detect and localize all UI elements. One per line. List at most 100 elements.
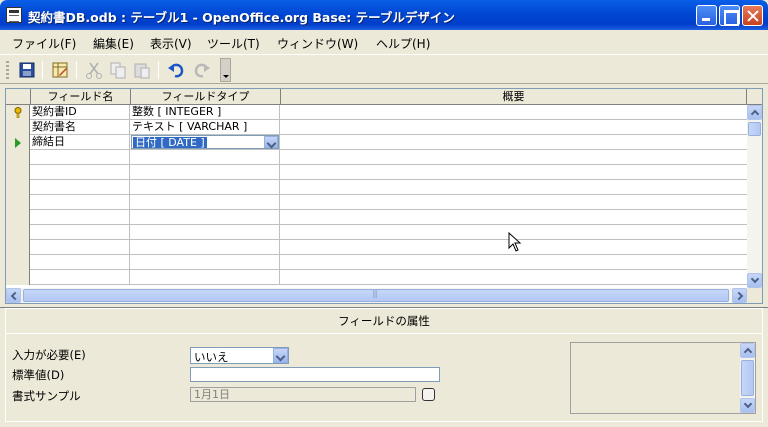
header-description[interactable]: 概要 bbox=[281, 89, 747, 104]
table-row[interactable] bbox=[6, 195, 747, 210]
field-name-cell[interactable] bbox=[31, 270, 130, 285]
description-cell[interactable] bbox=[281, 210, 747, 225]
table-row[interactable] bbox=[6, 150, 747, 165]
description-cell[interactable] bbox=[281, 150, 747, 165]
description-cell[interactable] bbox=[281, 105, 747, 120]
scroll-thumb[interactable] bbox=[741, 360, 754, 396]
menu-bar: ファイル(F) 編集(E) 表示(V) ツール(T) ウィンドウ(W) ヘルプ(… bbox=[0, 30, 768, 54]
field-name-cell[interactable] bbox=[31, 240, 130, 255]
scroll-thumb[interactable] bbox=[23, 289, 729, 302]
row-handle[interactable] bbox=[6, 210, 30, 225]
chevron-down-icon[interactable] bbox=[273, 348, 288, 363]
table-edit-icon[interactable] bbox=[50, 60, 70, 80]
table-row[interactable] bbox=[6, 210, 747, 225]
field-name-cell[interactable] bbox=[31, 180, 130, 195]
required-select[interactable]: いいえ bbox=[190, 347, 289, 364]
scroll-left-icon[interactable] bbox=[6, 288, 21, 303]
description-cell[interactable] bbox=[281, 135, 747, 150]
description-cell[interactable] bbox=[281, 165, 747, 180]
field-name-cell[interactable] bbox=[31, 195, 130, 210]
table-row[interactable]: 契約書名 テキスト [ VARCHAR ] bbox=[6, 120, 747, 135]
table-row[interactable] bbox=[6, 255, 747, 270]
header-field-name[interactable]: フィールド名 bbox=[31, 89, 131, 104]
toolbar-grip[interactable] bbox=[6, 61, 9, 79]
row-handle[interactable] bbox=[6, 105, 30, 120]
row-handle[interactable] bbox=[6, 135, 30, 150]
row-handle[interactable] bbox=[6, 225, 30, 240]
description-cell[interactable] bbox=[281, 120, 747, 135]
field-type-cell[interactable]: 日付 [ DATE ] bbox=[131, 135, 280, 150]
field-name-cell[interactable] bbox=[31, 150, 130, 165]
field-name-cell[interactable] bbox=[31, 165, 130, 180]
table-row[interactable] bbox=[6, 240, 747, 255]
field-type-cell[interactable] bbox=[131, 165, 280, 180]
table-row[interactable] bbox=[6, 225, 747, 240]
scroll-up-icon[interactable] bbox=[740, 343, 755, 358]
table-row[interactable]: 締結日 日付 [ DATE ] bbox=[6, 135, 747, 150]
app-icon[interactable] bbox=[6, 7, 22, 23]
row-handle[interactable] bbox=[6, 270, 30, 285]
menu-help[interactable]: ヘルプ(H) bbox=[376, 35, 430, 52]
menu-file[interactable]: ファイル(F) bbox=[12, 35, 76, 52]
row-handle[interactable] bbox=[6, 120, 30, 135]
field-name-cell[interactable]: 締結日 bbox=[31, 135, 130, 150]
cut-icon[interactable] bbox=[84, 60, 104, 80]
description-cell[interactable] bbox=[281, 270, 747, 285]
field-type-cell[interactable] bbox=[131, 210, 280, 225]
field-type-cell[interactable] bbox=[131, 225, 280, 240]
row-handle[interactable] bbox=[6, 255, 30, 270]
table-row[interactable] bbox=[6, 270, 747, 285]
row-handle[interactable] bbox=[6, 165, 30, 180]
scroll-right-icon[interactable] bbox=[732, 288, 747, 303]
field-type-cell[interactable]: 整数 [ INTEGER ] bbox=[131, 105, 280, 120]
copy-icon[interactable] bbox=[108, 60, 128, 80]
menu-tools[interactable]: ツール(T) bbox=[207, 35, 260, 52]
vertical-scrollbar[interactable] bbox=[747, 105, 762, 288]
paste-icon[interactable] bbox=[132, 60, 152, 80]
menu-window[interactable]: ウィンドウ(W) bbox=[277, 35, 358, 52]
header-field-type[interactable]: フィールドタイプ bbox=[131, 89, 281, 104]
maximize-button[interactable] bbox=[719, 5, 740, 26]
default-value-input[interactable] bbox=[190, 367, 440, 382]
field-type-cell[interactable]: テキスト [ VARCHAR ] bbox=[131, 120, 280, 135]
scroll-thumb[interactable] bbox=[748, 122, 761, 136]
description-cell[interactable] bbox=[281, 180, 747, 195]
minimize-button[interactable] bbox=[696, 5, 717, 26]
toolbar bbox=[0, 54, 768, 84]
chevron-down-icon[interactable] bbox=[264, 136, 278, 148]
row-handle[interactable] bbox=[6, 195, 30, 210]
description-cell[interactable] bbox=[281, 255, 747, 270]
table-row[interactable] bbox=[6, 180, 747, 195]
field-name-cell[interactable] bbox=[31, 210, 130, 225]
field-type-cell[interactable] bbox=[131, 180, 280, 195]
row-handle[interactable] bbox=[6, 150, 30, 165]
field-name-cell[interactable]: 契約書名 bbox=[31, 120, 130, 135]
toolbar-overflow-button[interactable] bbox=[220, 58, 231, 82]
field-name-cell[interactable]: 契約書ID bbox=[31, 105, 130, 120]
field-name-cell[interactable] bbox=[31, 225, 130, 240]
field-type-dropdown[interactable]: 日付 [ DATE ] bbox=[131, 135, 279, 149]
field-type-cell[interactable] bbox=[131, 150, 280, 165]
description-cell[interactable] bbox=[281, 195, 747, 210]
menu-view[interactable]: 表示(V) bbox=[150, 35, 192, 52]
scroll-up-icon[interactable] bbox=[747, 105, 762, 120]
field-type-cell[interactable] bbox=[131, 270, 280, 285]
menu-edit[interactable]: 編集(E) bbox=[93, 35, 134, 52]
field-type-cell[interactable] bbox=[131, 195, 280, 210]
row-handle[interactable] bbox=[6, 180, 30, 195]
field-type-cell[interactable] bbox=[131, 240, 280, 255]
horizontal-scrollbar[interactable] bbox=[6, 288, 747, 303]
table-row[interactable]: 契約書ID 整数 [ INTEGER ] bbox=[6, 105, 747, 120]
close-button[interactable] bbox=[742, 5, 763, 26]
save-icon[interactable] bbox=[17, 60, 37, 80]
field-name-cell[interactable] bbox=[31, 255, 130, 270]
scroll-down-icon[interactable] bbox=[740, 398, 755, 413]
undo-icon[interactable] bbox=[166, 60, 186, 80]
vertical-scrollbar[interactable] bbox=[740, 343, 755, 413]
row-handle[interactable] bbox=[6, 240, 30, 255]
table-row[interactable] bbox=[6, 165, 747, 180]
redo-icon[interactable] bbox=[192, 60, 212, 80]
field-type-cell[interactable] bbox=[131, 255, 280, 270]
format-button[interactable] bbox=[422, 388, 435, 401]
scroll-down-icon[interactable] bbox=[747, 273, 762, 288]
